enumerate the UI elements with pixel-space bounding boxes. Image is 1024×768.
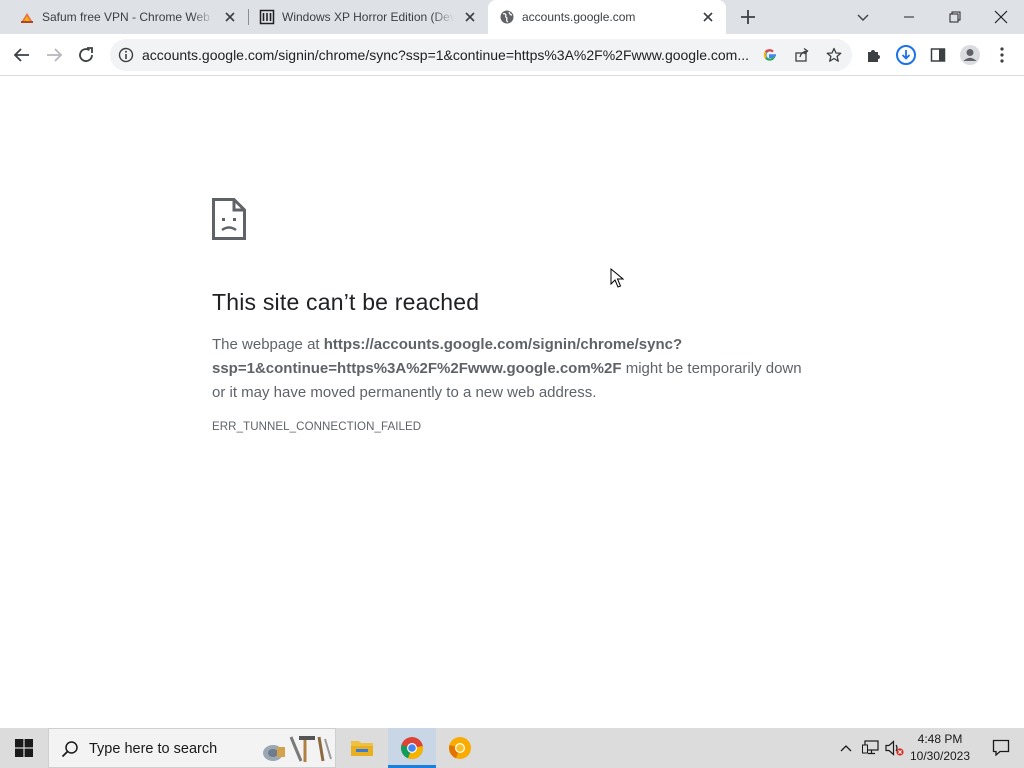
google-icon xyxy=(763,49,776,61)
chevron-down-icon xyxy=(857,14,869,21)
tab-strip: Safum free VPN - Chrome Web Store Window… xyxy=(0,0,1024,34)
taskbar-clock[interactable]: 4:48 PM 10/30/2023 xyxy=(908,731,972,765)
error-desc-prefix: The webpage at xyxy=(212,336,324,353)
google-lens-button[interactable] xyxy=(760,45,780,65)
notifications-button[interactable] xyxy=(978,728,1024,768)
safum-vpn-icon xyxy=(21,13,33,23)
close-tab-icon[interactable] xyxy=(222,9,238,25)
download-icon xyxy=(896,45,916,65)
tab-windows-xp-horror[interactable]: Windows XP Horror Edition (Deviantart) xyxy=(248,0,488,34)
taskbar-file-explorer[interactable] xyxy=(338,728,386,768)
downloads-button[interactable] xyxy=(892,41,920,69)
taskbar-search-box[interactable]: Type here to search xyxy=(48,728,336,768)
side-panel-icon xyxy=(930,48,946,62)
arrow-left-icon xyxy=(13,48,29,62)
error-title: This site can’t be reached xyxy=(212,289,480,315)
forward-button[interactable] xyxy=(40,41,68,69)
url-text[interactable]: accounts.google.com/signin/chrome/sync?s… xyxy=(142,47,750,63)
tab-safum-vpn[interactable]: Safum free VPN - Chrome Web Store xyxy=(8,0,248,34)
show-hidden-icons-button[interactable] xyxy=(836,738,856,758)
new-tab-icon[interactable] xyxy=(736,6,760,28)
tab-title-fade xyxy=(432,6,454,28)
tools-illustration-icon xyxy=(263,736,332,762)
tab-title: accounts.google.com xyxy=(522,10,636,24)
taskbar-chrome-canary[interactable] xyxy=(436,728,484,768)
museum-icon xyxy=(259,9,275,25)
extensions-button[interactable] xyxy=(860,41,888,69)
taskbar: Type here to search 4:48 PM 10/30/2023 xyxy=(0,728,1024,768)
address-bar[interactable]: accounts.google.com/signin/chrome/sync?s… xyxy=(110,39,852,71)
profile-button[interactable] xyxy=(956,41,984,69)
volume-tray-button[interactable] xyxy=(885,738,905,758)
mouse-cursor-icon xyxy=(610,268,624,288)
chrome-canary-icon xyxy=(449,737,471,759)
volume-muted-icon xyxy=(885,740,904,756)
file-explorer-icon xyxy=(351,741,373,756)
minimize-icon xyxy=(904,16,914,18)
chevron-up-icon xyxy=(840,745,852,752)
tab-title: Safum free VPN - Chrome Web Store xyxy=(42,10,214,24)
restore-button[interactable] xyxy=(932,0,978,34)
clock-date: 10/30/2023 xyxy=(909,749,971,763)
menu-button[interactable] xyxy=(988,41,1016,69)
tab-accounts-google[interactable]: accounts.google.com xyxy=(488,0,726,34)
chrome-icon xyxy=(401,737,424,760)
browser-toolbar: accounts.google.com/signin/chrome/sync?s… xyxy=(0,34,1024,76)
network-icon xyxy=(862,740,879,755)
share-icon xyxy=(795,47,809,62)
star-icon xyxy=(826,47,842,62)
more-vert-icon xyxy=(1000,47,1004,63)
error-code: ERR_TUNNEL_CONNECTION_FAILED xyxy=(212,421,422,433)
windows-logo-icon xyxy=(15,739,33,757)
sad-page-icon xyxy=(212,198,246,240)
search-icon xyxy=(61,741,78,758)
arrow-right-icon xyxy=(47,48,63,62)
network-tray-button[interactable] xyxy=(861,738,881,758)
taskbar-chrome[interactable] xyxy=(388,728,436,768)
back-button[interactable] xyxy=(8,41,36,69)
speech-bubble-icon xyxy=(992,739,1010,757)
error-url-line1: https://accounts.google.com/signin/chrom… xyxy=(323,336,683,353)
share-button[interactable] xyxy=(792,45,812,65)
tab-title: Windows XP Horror Edition (Deviantart) xyxy=(282,10,454,24)
close-icon xyxy=(994,10,1008,24)
side-panel-button[interactable] xyxy=(924,41,952,69)
puzzle-piece-icon xyxy=(868,50,880,62)
page-content: This site can’t be reached The webpage a… xyxy=(0,77,1024,728)
close-tab-icon[interactable] xyxy=(462,9,478,25)
search-placeholder: Type here to search xyxy=(89,741,218,757)
close-window-button[interactable] xyxy=(978,0,1024,34)
restore-icon xyxy=(949,11,961,23)
minimize-button[interactable] xyxy=(886,0,932,34)
clock-time: 4:48 PM xyxy=(917,732,963,746)
error-description: The webpage at https://accounts.google.c… xyxy=(212,333,812,405)
globe-icon xyxy=(500,10,514,24)
tab-search-button[interactable] xyxy=(840,0,886,34)
tab-title-fade xyxy=(192,6,214,28)
bookmark-button[interactable] xyxy=(824,45,844,65)
reload-icon xyxy=(79,47,93,62)
start-button[interactable] xyxy=(0,728,48,768)
error-url-line2: ssp=1&continue=https%3A%2F%2Fwww.google.… xyxy=(212,360,622,377)
close-tab-icon[interactable] xyxy=(700,9,716,25)
avatar-icon xyxy=(960,45,980,65)
info-icon[interactable] xyxy=(118,47,134,63)
reload-button[interactable] xyxy=(72,41,100,69)
